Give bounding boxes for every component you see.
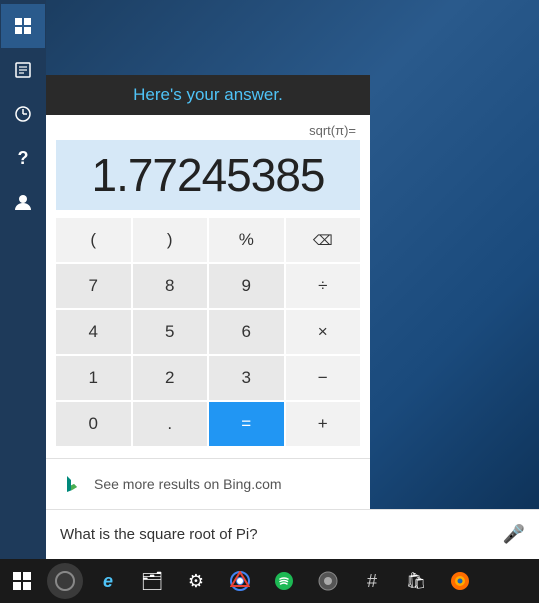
calc-btn-subtract[interactable]: − <box>286 356 361 400</box>
store-icon: 🛍 <box>406 571 426 591</box>
sidebar: ? <box>0 0 46 559</box>
bing-logo-icon <box>62 473 84 495</box>
app2-button[interactable]: # <box>350 559 394 603</box>
spotify-icon <box>274 571 294 591</box>
calc-btn-add[interactable]: + <box>286 402 361 446</box>
calc-btn-paren-open[interactable]: ( <box>56 218 131 262</box>
start-button[interactable] <box>0 559 44 603</box>
app2-icon: # <box>367 571 377 592</box>
bing-link[interactable]: See more results on Bing.com <box>46 458 370 509</box>
calc-btn-decimal[interactable]: . <box>133 402 208 446</box>
calc-btn-percent[interactable]: % <box>209 218 284 262</box>
calc-btn-0[interactable]: 0 <box>56 402 131 446</box>
sidebar-item-apps[interactable] <box>1 4 45 48</box>
cortana-button[interactable] <box>47 563 83 599</box>
calc-buttons: ( ) % ⌫ 7 8 9 ÷ 4 5 6 × 1 2 3 − 0 <box>56 218 360 446</box>
search-row: 🎤 <box>46 509 539 559</box>
calc-expression: sqrt(π)= <box>56 123 360 138</box>
calc-btn-9[interactable]: 9 <box>209 264 284 308</box>
sidebar-item-help[interactable]: ? <box>1 136 45 180</box>
spotify-button[interactable] <box>262 559 306 603</box>
explorer-icon: 🗂 <box>141 571 164 592</box>
desktop: ? Here's your answer. sqrt(π)= 1.7724538… <box>0 0 539 603</box>
calc-btn-paren-close[interactable]: ) <box>133 218 208 262</box>
calc-btn-4[interactable]: 4 <box>56 310 131 354</box>
store-button[interactable]: 🛍 <box>394 559 438 603</box>
calc-btn-divide[interactable]: ÷ <box>286 264 361 308</box>
app1-button[interactable] <box>306 559 350 603</box>
cortana-popup: Here's your answer. sqrt(π)= 1.77245385 … <box>46 75 370 509</box>
edge-icon: e <box>103 571 113 592</box>
edge-button[interactable]: e <box>86 559 130 603</box>
taskbar: e 🗂 ⚙ <box>0 559 539 603</box>
calc-btn-backspace[interactable]: ⌫ <box>286 218 361 262</box>
sidebar-item-notes[interactable] <box>1 48 45 92</box>
popup-header: Here's your answer. <box>46 75 370 115</box>
calc-btn-1[interactable]: 1 <box>56 356 131 400</box>
cortana-icon <box>55 571 75 591</box>
popup-header-text: Here's your answer. <box>133 85 283 104</box>
firefox-button[interactable] <box>438 559 482 603</box>
settings-button[interactable]: ⚙ <box>174 559 218 603</box>
sidebar-item-reminders[interactable] <box>1 92 45 136</box>
calc-result: 1.77245385 <box>56 140 360 210</box>
firefox-icon <box>450 571 470 591</box>
calc-btn-3[interactable]: 3 <box>209 356 284 400</box>
calc-btn-multiply[interactable]: × <box>286 310 361 354</box>
calc-btn-8[interactable]: 8 <box>133 264 208 308</box>
calc-btn-2[interactable]: 2 <box>133 356 208 400</box>
windows-logo-icon <box>13 572 31 590</box>
calc-btn-7[interactable]: 7 <box>56 264 131 308</box>
calculator-area: sqrt(π)= 1.77245385 ( ) % ⌫ 7 8 9 ÷ 4 5 … <box>46 115 370 458</box>
calc-btn-6[interactable]: 6 <box>209 310 284 354</box>
calc-btn-5[interactable]: 5 <box>133 310 208 354</box>
chrome-button[interactable] <box>218 559 262 603</box>
sidebar-item-account[interactable] <box>1 180 45 224</box>
explorer-button[interactable]: 🗂 <box>130 559 174 603</box>
microphone-icon[interactable]: 🎤 <box>503 524 525 545</box>
app1-icon <box>318 571 338 591</box>
chrome-icon <box>230 571 250 591</box>
settings-icon: ⚙ <box>188 571 204 592</box>
bing-link-text: See more results on Bing.com <box>94 476 282 492</box>
search-input[interactable] <box>60 526 503 543</box>
calc-btn-equals[interactable]: = <box>209 402 284 446</box>
